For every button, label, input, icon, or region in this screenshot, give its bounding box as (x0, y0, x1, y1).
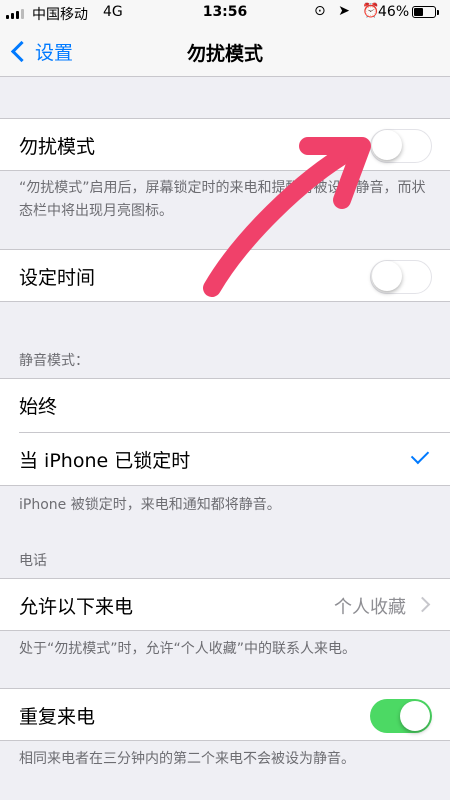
battery-percent: 46% (378, 4, 410, 20)
toggle-knob (372, 130, 402, 160)
allow-calls-value: 个人收藏 (334, 597, 406, 618)
option-label: 始终 (19, 396, 58, 418)
silence-header: 静音模式： (19, 353, 89, 369)
phone-footnote: 处于“勿扰模式”时，允许“个人收藏”中的联系人来电。 (19, 641, 357, 657)
page-title: 勿扰模式 (186, 43, 263, 65)
silence-option-locked[interactable]: 当 iPhone 已锁定时 (0, 433, 450, 486)
toggle-knob (400, 701, 430, 731)
dnd-toggle[interactable] (370, 129, 432, 163)
chevron-right-icon (414, 596, 431, 613)
schedule-toggle[interactable] (370, 260, 432, 294)
repeated-calls-row: 重复来电 (0, 688, 450, 741)
status-bar: 中国移动 4G 13:56 ⊙ ➤ ⏰ 46% (0, 0, 450, 26)
toggle-knob (372, 261, 402, 291)
battery-tip (437, 10, 439, 15)
repeated-calls-toggle[interactable] (370, 699, 432, 733)
navigation-bar: 设置 勿扰模式 (0, 26, 450, 77)
repeated-footnote: 相同来电者在三分钟内的第二个来电不会被设为静音。 (19, 751, 355, 767)
allow-calls-label: 允许以下来电 (19, 596, 134, 618)
schedule-row: 设定时间 (0, 249, 450, 302)
battery-icon (412, 6, 436, 18)
allow-calls-row[interactable]: 允许以下来电 个人收藏 (0, 578, 450, 631)
dnd-row: 勿扰模式 (0, 118, 450, 171)
checkmark-icon (410, 445, 430, 465)
silence-footnote: iPhone 被锁定时，来电和通知都将静音。 (19, 497, 281, 513)
dnd-label: 勿扰模式 (19, 136, 96, 158)
schedule-label: 设定时间 (19, 267, 96, 289)
status-icons: ⊙ ➤ ⏰ (314, 3, 384, 19)
repeated-calls-label: 重复来电 (19, 706, 96, 728)
option-label: 当 iPhone 已锁定时 (19, 450, 191, 472)
dnd-footnote: “勿扰模式”启用后，屏幕锁定时的来电和提醒将被设为静音，而状态栏中将出现月亮图标… (19, 180, 426, 219)
silence-group: 始终 当 iPhone 已锁定时 (0, 378, 450, 486)
battery-fill (414, 8, 423, 16)
phone-header: 电话 (19, 553, 47, 569)
silence-option-always[interactable]: 始终 (0, 379, 450, 432)
